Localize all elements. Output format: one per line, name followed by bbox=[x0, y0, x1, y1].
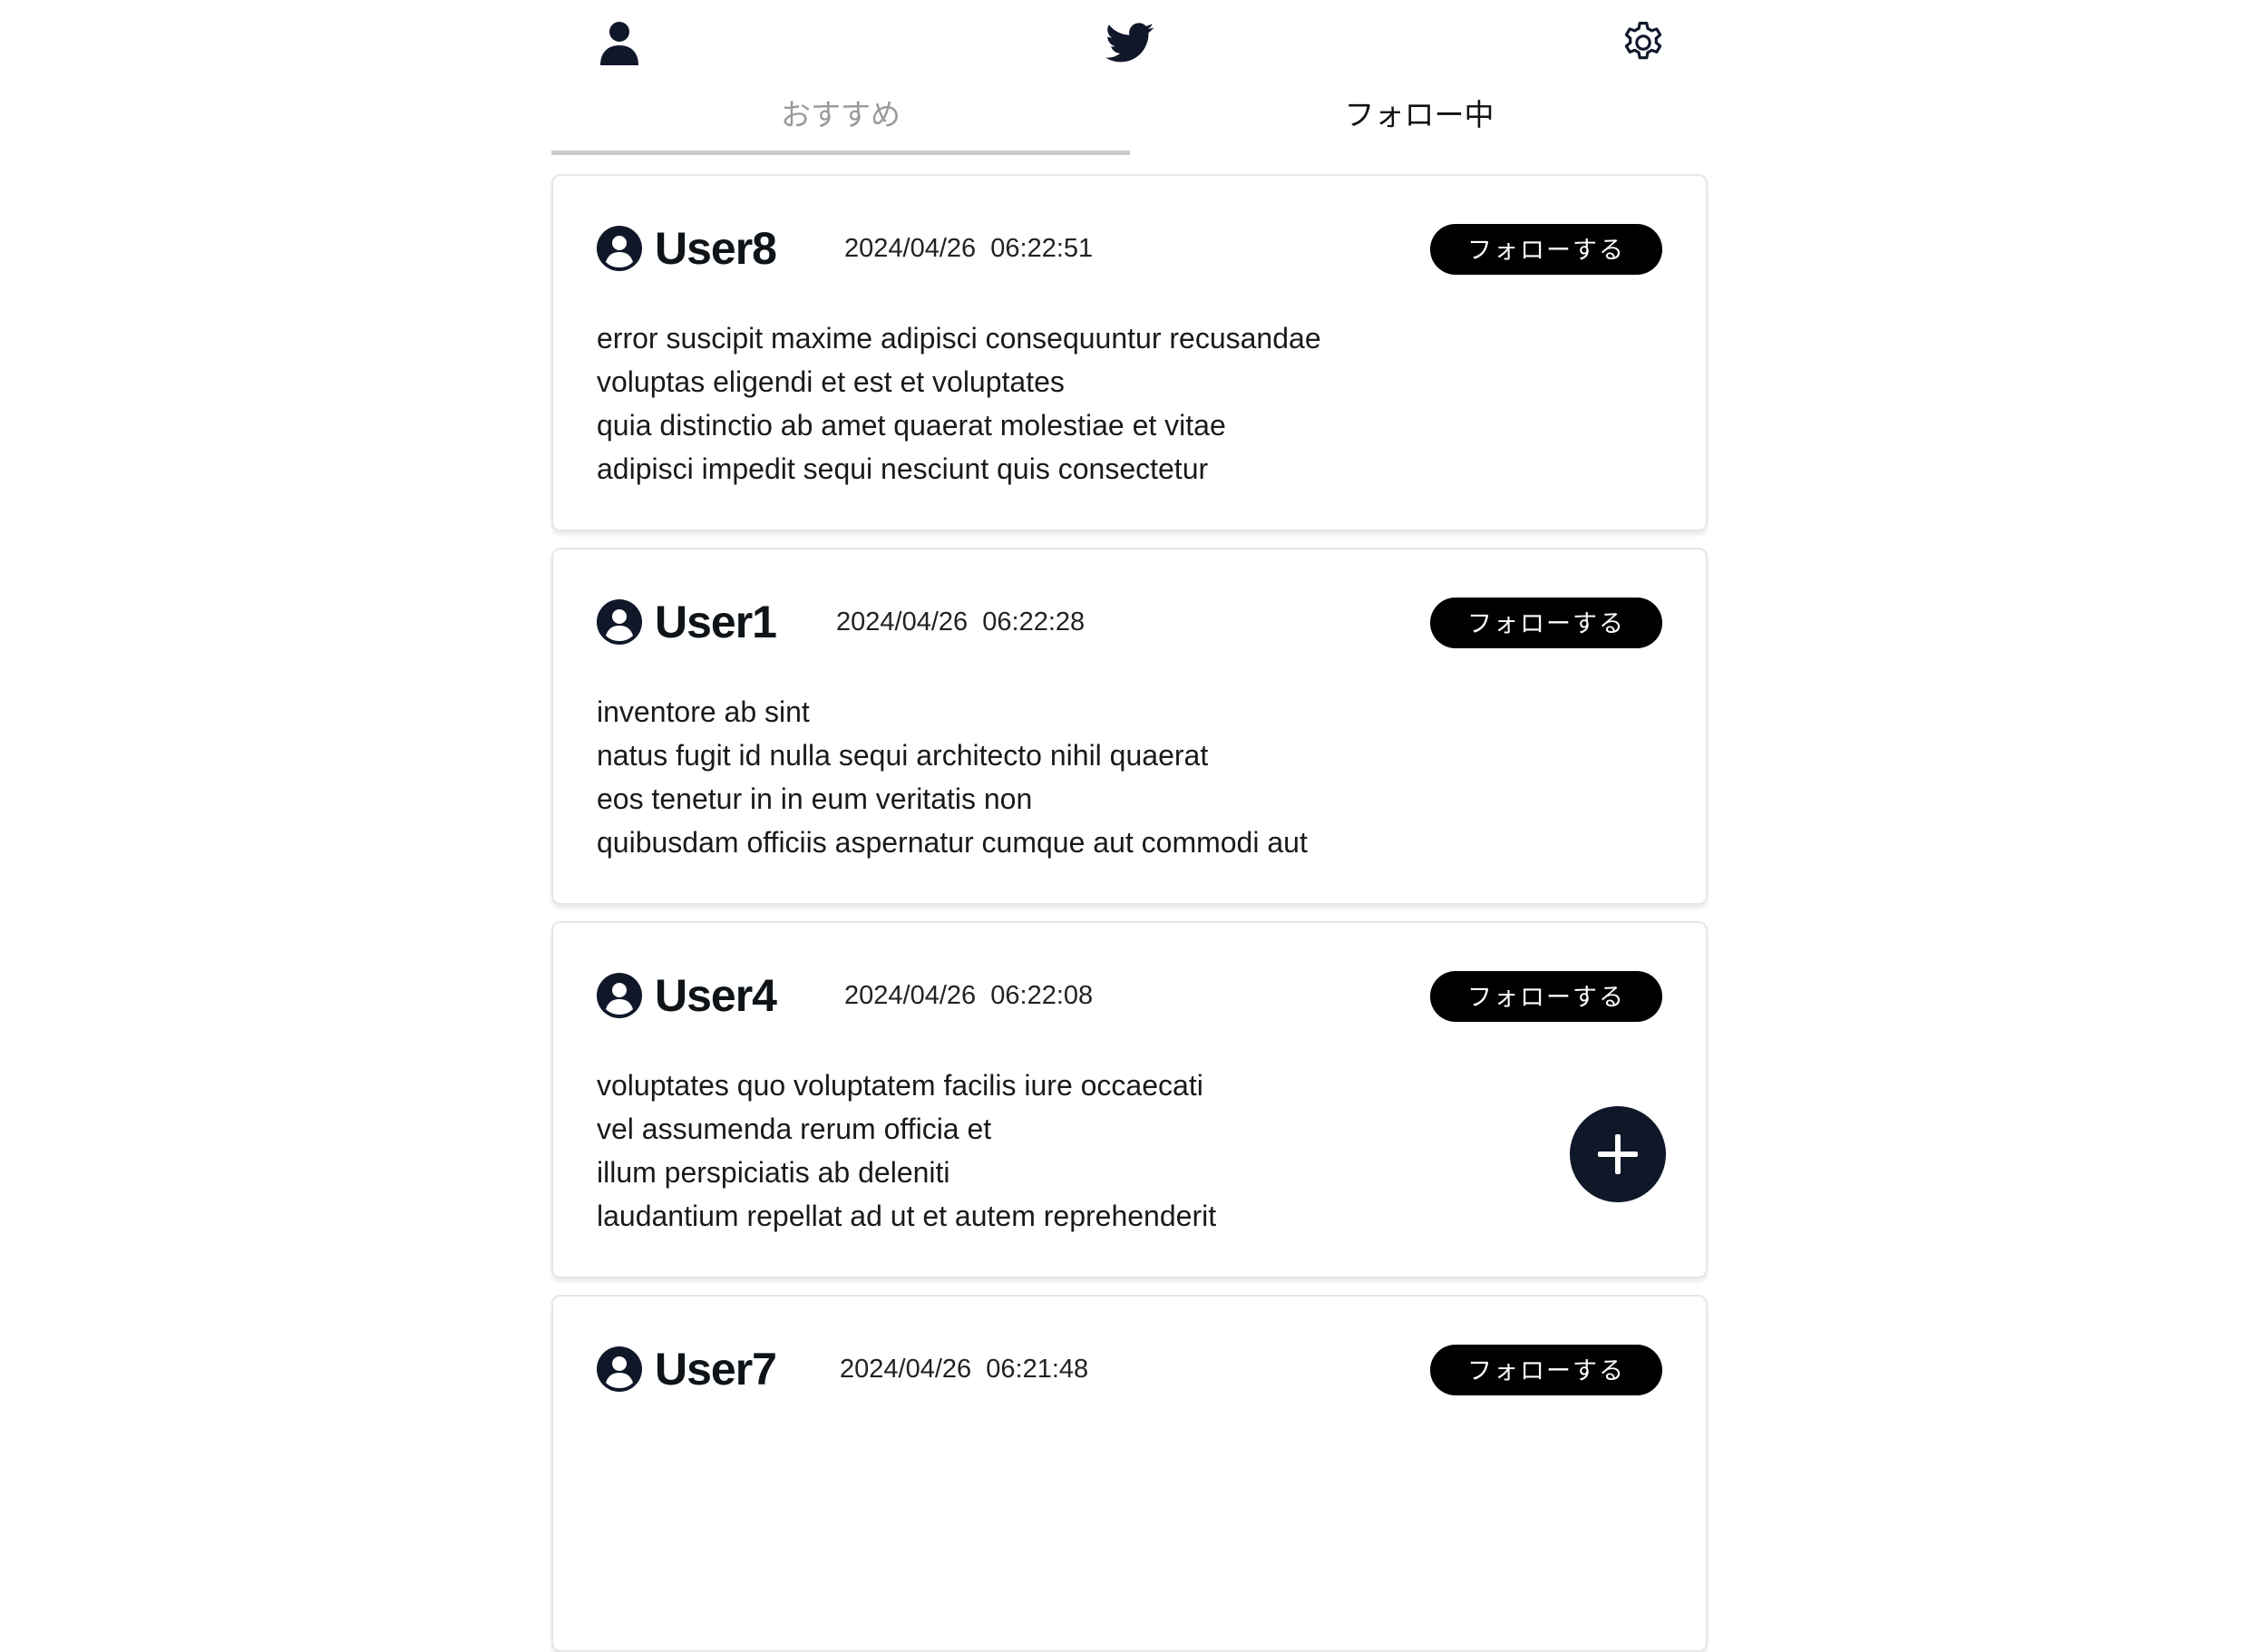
app: おすすめ フォロー中 User8 2024/04/26 06:22:51 フォロ… bbox=[551, 0, 1708, 1652]
post-username[interactable]: User1 bbox=[655, 595, 777, 649]
post-timestamp: 2024/04/26 06:22:28 bbox=[836, 607, 1086, 637]
post-text-line: voluptas eligendi et est et voluptates bbox=[597, 365, 1065, 398]
profile-icon[interactable] bbox=[595, 18, 644, 67]
user-avatar-icon[interactable] bbox=[597, 1346, 642, 1392]
gear-icon[interactable] bbox=[1619, 18, 1668, 67]
post-body: voluptates quo voluptatem facilis iure o… bbox=[597, 1064, 1524, 1238]
follow-button[interactable]: フォローする bbox=[1430, 971, 1662, 1022]
plus-icon bbox=[1598, 1134, 1638, 1174]
compose-post-button[interactable] bbox=[1570, 1106, 1666, 1202]
user-avatar-icon[interactable] bbox=[597, 226, 642, 271]
post-username[interactable]: User8 bbox=[655, 221, 777, 276]
user-avatar-icon[interactable] bbox=[597, 599, 642, 645]
top-bar bbox=[551, 0, 1708, 86]
post-text-line: quibusdam officiis aspernatur cumque aut… bbox=[597, 826, 1308, 859]
post-card: User8 2024/04/26 06:22:51 フォローする error s… bbox=[551, 174, 1708, 531]
post-header: User7 2024/04/26 06:21:48 フォローする bbox=[597, 1342, 1662, 1396]
post-text-line: quia distinctio ab amet quaerat molestia… bbox=[597, 409, 1226, 442]
follow-button[interactable]: フォローする bbox=[1430, 1345, 1662, 1395]
follow-button[interactable]: フォローする bbox=[1430, 224, 1662, 275]
post-text-line: eos tenetur in in eum veritatis non bbox=[597, 782, 1033, 815]
post-text-line: illum perspiciatis ab deleniti bbox=[597, 1156, 950, 1189]
post-card: User1 2024/04/26 06:22:28 フォローする invento… bbox=[551, 548, 1708, 905]
post-text-line: inventore ab sint bbox=[597, 695, 810, 728]
post-header: User1 2024/04/26 06:22:28 フォローする bbox=[597, 595, 1662, 649]
post-username[interactable]: User7 bbox=[655, 1342, 777, 1396]
post-text-line: error suscipit maxime adipisci consequun… bbox=[597, 322, 1321, 355]
post-header: User8 2024/04/26 06:22:51 フォローする bbox=[597, 221, 1662, 276]
post-text-line: vel assumenda rerum officia et bbox=[597, 1113, 992, 1145]
post-card: User4 2024/04/26 06:22:08 フォローする volupta… bbox=[551, 921, 1708, 1278]
post-header: User4 2024/04/26 06:22:08 フォローする bbox=[597, 968, 1662, 1023]
post-username[interactable]: User4 bbox=[655, 968, 777, 1023]
post-text-line: laudantium repellat ad ut et autem repre… bbox=[597, 1200, 1217, 1232]
post-timestamp: 2024/04/26 06:22:08 bbox=[844, 981, 1094, 1010]
post-card: User7 2024/04/26 06:21:48 フォローする bbox=[551, 1295, 1708, 1652]
post-timestamp: 2024/04/26 06:21:48 bbox=[840, 1355, 1089, 1384]
user-avatar-icon[interactable] bbox=[597, 973, 642, 1018]
twitter-bird-icon[interactable] bbox=[1105, 18, 1154, 67]
follow-button[interactable]: フォローする bbox=[1430, 598, 1662, 648]
tab-recommended[interactable]: おすすめ bbox=[551, 86, 1130, 155]
post-text-line: natus fugit id nulla sequi architecto ni… bbox=[597, 739, 1209, 772]
tab-following[interactable]: フォロー中 bbox=[1130, 86, 1709, 155]
post-body: error suscipit maxime adipisci consequun… bbox=[597, 316, 1524, 491]
timeline-tabs: おすすめ フォロー中 bbox=[551, 86, 1708, 155]
post-text-line: adipisci impedit sequi nesciunt quis con… bbox=[597, 452, 1209, 485]
post-text-line: voluptates quo voluptatem facilis iure o… bbox=[597, 1069, 1203, 1102]
post-body: inventore ab sint natus fugit id nulla s… bbox=[597, 690, 1524, 864]
post-timestamp: 2024/04/26 06:22:51 bbox=[844, 234, 1094, 263]
